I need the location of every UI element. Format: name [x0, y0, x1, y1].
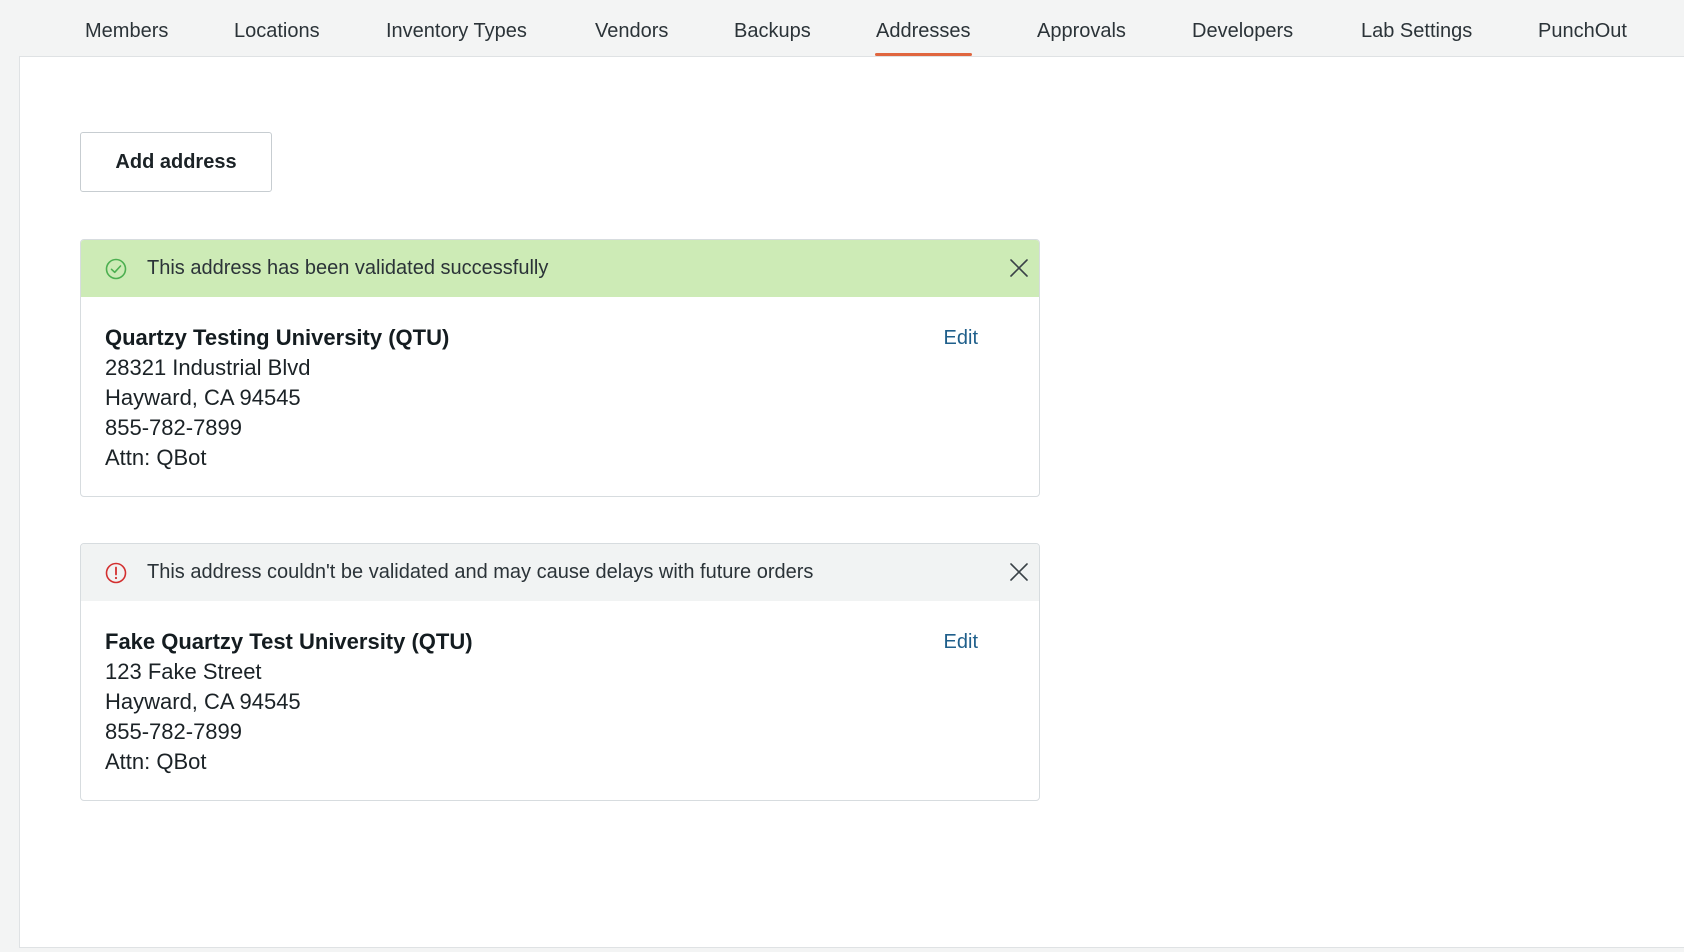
tab-lab-settings[interactable]: Lab Settings: [1361, 20, 1472, 56]
banner-message: This address has been validated successf…: [147, 257, 549, 279]
settings-tabs: Members Locations Inventory Types Vendor…: [0, 0, 1684, 56]
address-name: Quartzy Testing University (QTU): [105, 325, 450, 350]
tab-approvals[interactable]: Approvals: [1037, 20, 1126, 56]
address-attn: Attn: QBot: [105, 749, 207, 774]
address-city: Hayward, CA 94545: [105, 385, 301, 410]
address-card: This address couldn't be validated and m…: [80, 543, 1040, 801]
address-street: 28321 Industrial Blvd: [105, 355, 311, 380]
edit-address-link[interactable]: Edit: [944, 627, 978, 657]
banner-message: This address couldn't be validated and m…: [147, 561, 814, 583]
check-circle-icon: [105, 258, 127, 280]
tab-backups[interactable]: Backups: [734, 20, 811, 56]
address-card: This address has been validated successf…: [80, 239, 1040, 497]
address-street: 123 Fake Street: [105, 659, 262, 684]
edit-address-link[interactable]: Edit: [944, 323, 978, 353]
tab-locations[interactable]: Locations: [234, 20, 320, 56]
validation-success-banner: This address has been validated successf…: [81, 240, 1039, 297]
address-details: Quartzy Testing University (QTU) 28321 I…: [81, 297, 1039, 496]
tab-members[interactable]: Members: [85, 20, 168, 56]
address-phone: 855-782-7899: [105, 719, 243, 744]
add-address-button[interactable]: Add address: [80, 132, 272, 192]
address-details: Fake Quartzy Test University (QTU) 123 F…: [81, 601, 1039, 800]
validation-warning-banner: This address couldn't be validated and m…: [81, 544, 1039, 601]
tab-inventory-types[interactable]: Inventory Types: [386, 20, 527, 56]
tab-vendors[interactable]: Vendors: [595, 20, 668, 56]
address-name: Fake Quartzy Test University (QTU): [105, 629, 473, 654]
close-icon[interactable]: [1007, 560, 1031, 584]
tab-developers[interactable]: Developers: [1192, 20, 1293, 56]
close-icon[interactable]: [1007, 256, 1031, 280]
address-attn: Attn: QBot: [105, 445, 207, 470]
address-phone: 855-782-7899: [105, 415, 243, 440]
tab-punchout[interactable]: PunchOut: [1538, 20, 1627, 56]
alert-circle-icon: [105, 562, 127, 584]
address-city: Hayward, CA 94545: [105, 689, 301, 714]
tab-addresses[interactable]: Addresses: [875, 20, 971, 56]
